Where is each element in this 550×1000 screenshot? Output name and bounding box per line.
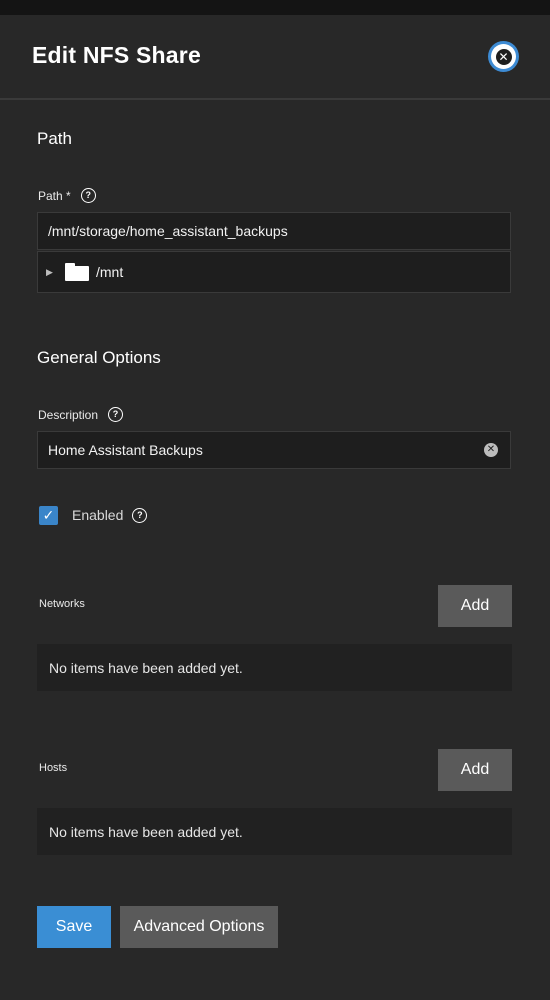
clear-icon[interactable]: ✕ [484, 443, 498, 457]
hosts-label: Hosts [39, 762, 68, 774]
path-input[interactable]: /mnt/storage/home_assistant_backups [37, 212, 511, 250]
tree-node-label[interactable]: /mnt [96, 264, 123, 280]
save-button[interactable]: Save [37, 906, 111, 948]
close-button[interactable]: ✕ [488, 41, 519, 72]
dialog-header: Edit NFS Share ✕ [0, 15, 550, 100]
close-icon: ✕ [495, 48, 512, 65]
description-label: Description ? [38, 407, 124, 422]
dialog-title: Edit NFS Share [32, 42, 201, 68]
folder-icon [65, 263, 89, 281]
help-icon[interactable]: ? [132, 507, 148, 523]
expand-arrow-icon[interactable]: ▶ [46, 267, 56, 278]
general-options-title: General Options [37, 348, 161, 367]
add-network-button[interactable]: Add [438, 585, 512, 627]
advanced-options-button[interactable]: Advanced Options [120, 906, 278, 948]
help-icon[interactable]: ? [80, 188, 96, 203]
folder-tree: ▶ /mnt [37, 251, 511, 293]
description-input[interactable]: Home Assistant Backups ✕ [37, 431, 511, 469]
top-bar-strip [0, 0, 550, 15]
help-icon[interactable]: ? [108, 407, 124, 422]
hosts-empty-state: No items have been added yet. [37, 808, 512, 855]
path-section-title: Path [37, 129, 72, 148]
enabled-checkbox[interactable]: ✓ [39, 506, 58, 525]
add-host-button[interactable]: Add [438, 749, 512, 791]
networks-label: Networks [39, 598, 85, 610]
enabled-label: Enabled ? [72, 507, 148, 523]
path-label: Path * ? [38, 188, 96, 203]
networks-empty-state: No items have been added yet. [37, 644, 512, 691]
